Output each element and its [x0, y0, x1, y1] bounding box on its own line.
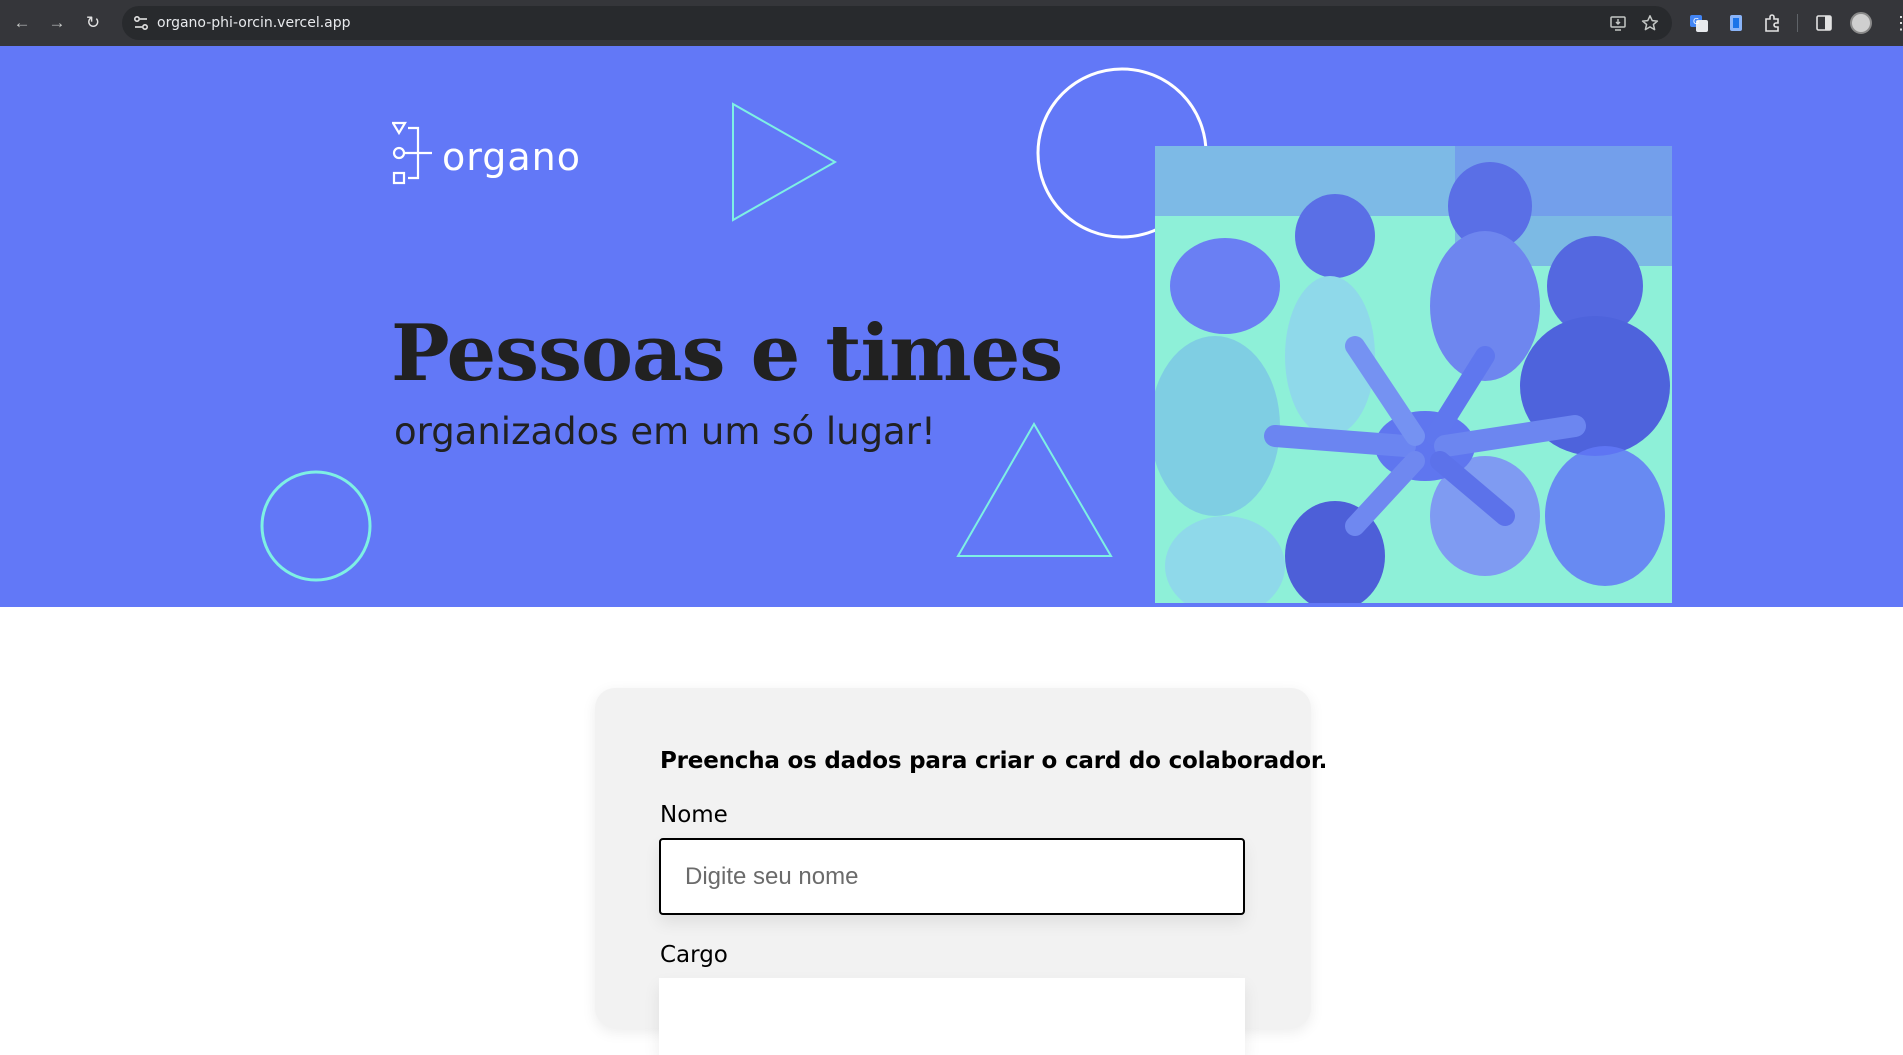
role-field-label: Cargo	[660, 942, 728, 968]
hero-headline: Pessoas e times	[391, 308, 1063, 399]
organo-logo: organo	[392, 121, 592, 201]
triangle-right-shape	[732, 102, 838, 222]
team-photo	[1155, 146, 1672, 603]
logo-mark-icon	[392, 121, 432, 185]
triangle-up-shape	[956, 422, 1113, 557]
logo-wordmark: organo	[442, 135, 581, 179]
hero-subheadline: organizados em um só lugar!	[394, 410, 936, 453]
collaborator-form: Preencha os dados para criar o card do c…	[595, 688, 1327, 1055]
forward-icon[interactable]: →	[45, 11, 69, 35]
outline-circle-bottom-left	[260, 470, 372, 582]
browser-toolbar: ← → ↻ organo-phi-orcin.vercel.app G ⋮	[0, 0, 1903, 46]
google-translate-icon[interactable]: G	[1689, 13, 1709, 33]
bookmark-star-icon[interactable]	[1641, 14, 1659, 32]
install-app-icon[interactable]	[1609, 14, 1627, 32]
hero-banner: organo Pessoas e times organizados em um…	[0, 46, 1903, 607]
address-bar[interactable]: organo-phi-orcin.vercel.app	[122, 6, 1672, 40]
extensions-puzzle-icon[interactable]	[1762, 13, 1782, 33]
side-panel-icon[interactable]	[1814, 13, 1834, 33]
toolbar-divider	[1797, 14, 1798, 32]
form-title: Preencha os dados para criar o card do c…	[660, 748, 1328, 774]
url-text[interactable]: organo-phi-orcin.vercel.app	[157, 15, 351, 31]
name-field-label: Nome	[660, 802, 728, 828]
menu-kebab-icon[interactable]: ⋮	[1892, 13, 1903, 33]
role-input[interactable]	[659, 978, 1245, 1055]
svg-text:G: G	[1693, 17, 1699, 26]
name-input[interactable]	[659, 838, 1245, 915]
extension-icon[interactable]	[1726, 13, 1746, 33]
site-info-icon[interactable]	[132, 14, 150, 32]
back-icon[interactable]: ←	[10, 11, 34, 35]
profile-avatar[interactable]	[1850, 12, 1872, 34]
reload-icon[interactable]: ↻	[81, 11, 105, 35]
